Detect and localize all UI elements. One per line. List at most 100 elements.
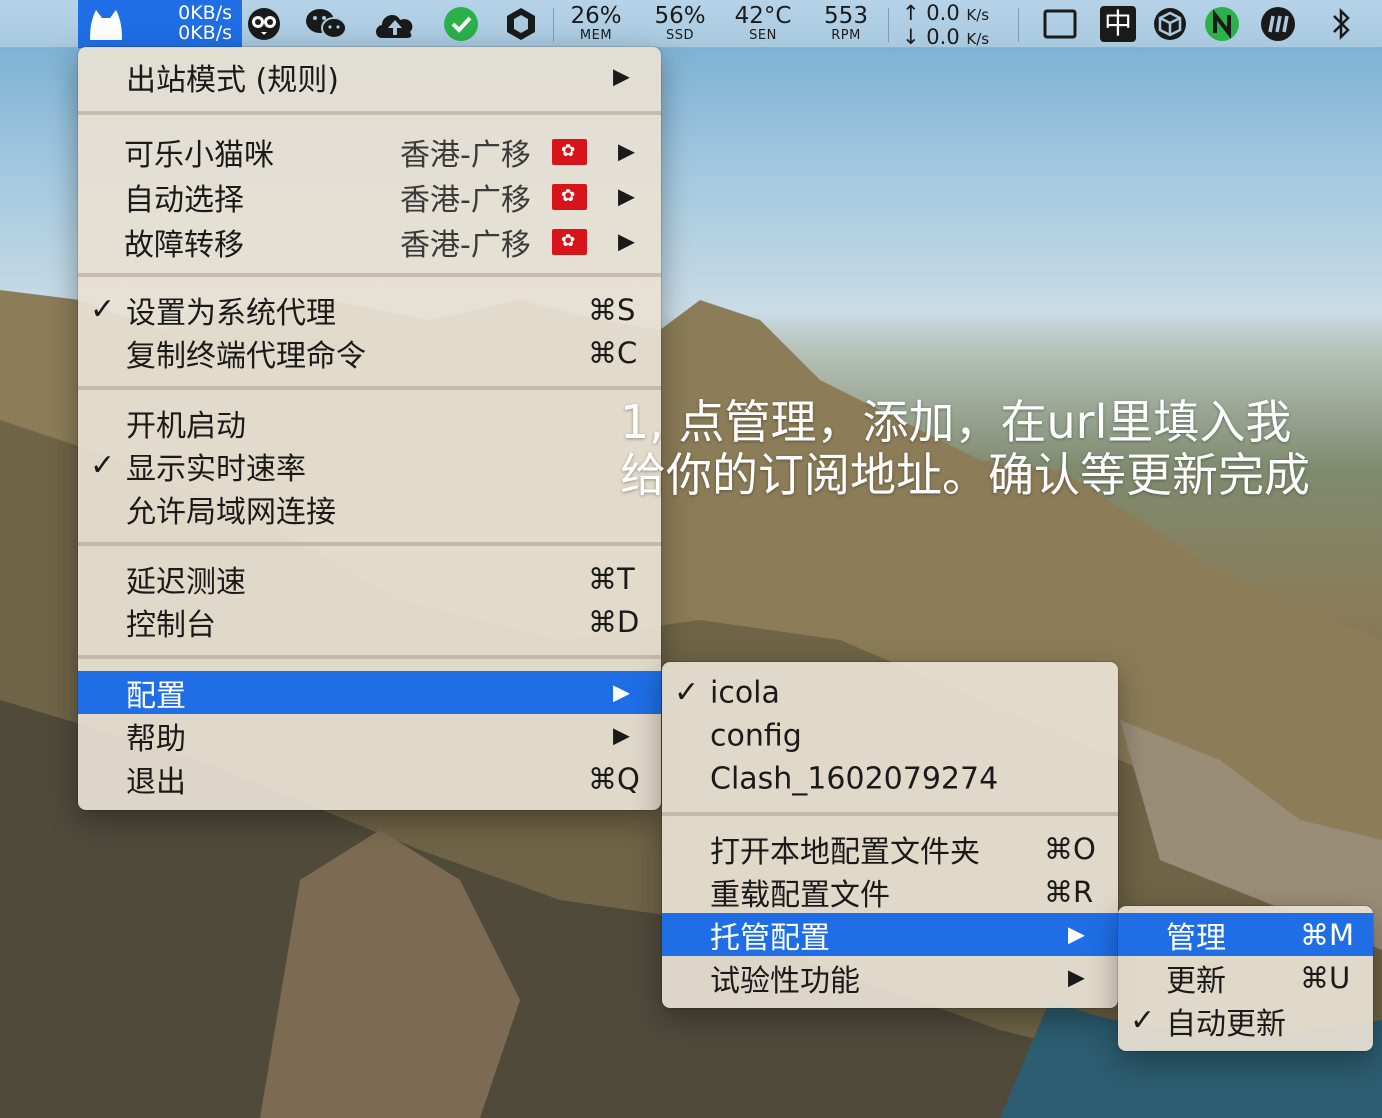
config-label: 配置 bbox=[126, 678, 186, 714]
clashx-cat-icon[interactable] bbox=[86, 4, 126, 44]
menu-separator bbox=[78, 542, 661, 546]
menubar-divider bbox=[553, 8, 554, 42]
menu-item-profile[interactable]: Clash_1602079274 bbox=[662, 757, 1118, 800]
speed-down-text: 0KB/s bbox=[178, 22, 232, 44]
menu-item-manage[interactable]: 管理 ⌘M bbox=[1118, 913, 1373, 956]
auto-update-label: 自动更新 bbox=[1166, 1006, 1286, 1042]
lines-icon[interactable] bbox=[1260, 6, 1296, 42]
menu-item-update[interactable]: 更新 ⌘U bbox=[1118, 956, 1373, 999]
proxy-group-name: 自动选择 bbox=[124, 182, 244, 218]
latency-test-label: 延迟测速 bbox=[126, 564, 246, 600]
menubar-divider bbox=[888, 8, 889, 42]
shortcut-label: ⌘O bbox=[1044, 831, 1096, 866]
bluetooth-icon[interactable] bbox=[1326, 6, 1356, 42]
n-icon[interactable] bbox=[1204, 6, 1240, 42]
cube-icon[interactable] bbox=[1152, 6, 1188, 42]
down-arrow-icon: ↓ bbox=[902, 25, 920, 49]
menu-item-proxy-group[interactable]: 可乐小猫咪 香港-广移 ▶ bbox=[78, 130, 661, 173]
menu-item-dashboard[interactable]: 控制台 ⌘D bbox=[78, 600, 661, 643]
menu-item-set-system-proxy[interactable]: ✓ 设置为系统代理 ⌘S bbox=[78, 288, 661, 331]
menu-item-outbound-mode[interactable]: 出站模式 (规则) ▶ bbox=[78, 55, 661, 98]
sensor-value: 42°C bbox=[734, 3, 792, 29]
submenu-arrow-icon: ▶ bbox=[613, 64, 630, 89]
shortcut-label: ⌘S bbox=[588, 292, 636, 327]
network-speed[interactable]: ↑ 0.0 K/s ↓ 0.0 K/s bbox=[902, 2, 1006, 50]
green-check-icon[interactable] bbox=[443, 6, 479, 42]
menu-item-remote-config[interactable]: 托管配置 ▶ bbox=[662, 913, 1118, 956]
menu-item-profile[interactable]: ✓ icola bbox=[662, 671, 1118, 714]
shortcut-label: ⌘R bbox=[1044, 874, 1094, 909]
submenu-arrow-icon: ▶ bbox=[1068, 965, 1085, 990]
update-label: 更新 bbox=[1166, 963, 1226, 999]
experimental-label: 试验性功能 bbox=[710, 963, 860, 999]
instruction-overlay: 1, 点管理，添加，在url里填入我 给你的订阅地址。确认等更新完成 bbox=[620, 396, 1310, 502]
menu-item-reload-config[interactable]: 重载配置文件 ⌘R bbox=[662, 870, 1118, 913]
menu-item-allow-lan[interactable]: 允许局域网连接 bbox=[78, 487, 661, 530]
menu-item-show-speed[interactable]: ✓ 显示实时速率 bbox=[78, 444, 661, 487]
memory-stat[interactable]: 26% MEM bbox=[566, 3, 626, 43]
profile-name: config bbox=[710, 718, 802, 753]
checkmark-icon: ✓ bbox=[90, 447, 116, 483]
submenu-arrow-icon: ▶ bbox=[1068, 922, 1085, 947]
submenu-arrow-icon: ▶ bbox=[618, 229, 635, 254]
sensor-stat[interactable]: 42°C SEN bbox=[728, 3, 798, 43]
remote-config-label: 托管配置 bbox=[710, 920, 830, 956]
menu-separator bbox=[78, 111, 661, 115]
reload-label: 重载配置文件 bbox=[710, 877, 890, 913]
outbound-mode-label: 出站模式 (规则) bbox=[126, 62, 339, 98]
menu-item-launch-at-login[interactable]: 开机启动 bbox=[78, 401, 661, 444]
menu-item-experimental[interactable]: 试验性功能 ▶ bbox=[662, 956, 1118, 999]
ssd-value: 56% bbox=[654, 3, 706, 29]
fan-label: RPM bbox=[831, 28, 861, 43]
submenu-arrow-icon: ▶ bbox=[613, 680, 630, 705]
speed-readout: 0KB/s 0KB/s bbox=[160, 3, 232, 43]
checkmark-icon: ✓ bbox=[1130, 1002, 1156, 1038]
menu-separator bbox=[78, 655, 661, 659]
menu-item-proxy-group[interactable]: 故障转移 香港-广移 ▶ bbox=[78, 220, 661, 263]
menu-item-config[interactable]: 配置 ▶ bbox=[78, 671, 661, 714]
window-icon[interactable] bbox=[1042, 6, 1078, 42]
memory-label: MEM bbox=[579, 28, 613, 43]
help-label: 帮助 bbox=[126, 721, 186, 757]
chinese-input-icon[interactable]: 中 bbox=[1100, 6, 1136, 42]
net-up-value: 0.0 bbox=[926, 1, 960, 25]
submenu-arrow-icon: ▶ bbox=[618, 139, 635, 164]
wechat-icon[interactable] bbox=[304, 6, 348, 42]
menu-item-quit[interactable]: 退出 ⌘Q bbox=[78, 757, 661, 800]
net-down-unit: K/s bbox=[966, 30, 990, 48]
menu-item-open-config-folder[interactable]: 打开本地配置文件夹 ⌘O bbox=[662, 827, 1118, 870]
manage-label: 管理 bbox=[1166, 920, 1226, 956]
menu-item-auto-update[interactable]: ✓ 自动更新 bbox=[1118, 999, 1373, 1042]
proxy-group-name: 故障转移 bbox=[124, 227, 244, 263]
proxy-group-name: 可乐小猫咪 bbox=[124, 137, 274, 173]
shortcut-label: ⌘D bbox=[588, 604, 640, 639]
menu-separator bbox=[662, 812, 1118, 816]
menu-item-profile[interactable]: config bbox=[662, 714, 1118, 757]
net-up-unit: K/s bbox=[966, 6, 990, 24]
submenu-arrow-icon: ▶ bbox=[613, 723, 630, 748]
ssd-stat[interactable]: 56% SSD bbox=[650, 3, 710, 43]
fan-stat[interactable]: 553 RPM bbox=[818, 3, 874, 43]
menu-item-copy-terminal-cmd[interactable]: 复制终端代理命令 ⌘C bbox=[78, 331, 661, 374]
checkmark-icon: ✓ bbox=[674, 674, 700, 710]
net-down-value: 0.0 bbox=[926, 25, 960, 49]
owl-icon[interactable] bbox=[246, 6, 282, 42]
open-folder-label: 打开本地配置文件夹 bbox=[710, 834, 980, 870]
sensor-label: SEN bbox=[749, 28, 777, 43]
ssd-label: SSD bbox=[665, 28, 694, 43]
hexagon-icon[interactable] bbox=[503, 6, 539, 42]
set-system-proxy-label: 设置为系统代理 bbox=[126, 295, 336, 331]
hong-kong-flag-icon bbox=[552, 138, 587, 165]
profile-name: icola bbox=[710, 675, 780, 710]
shortcut-label: ⌘U bbox=[1300, 960, 1351, 995]
menu-item-proxy-group[interactable]: 自动选择 香港-广移 ▶ bbox=[78, 175, 661, 218]
checkmark-icon: ✓ bbox=[90, 291, 116, 327]
hong-kong-flag-icon bbox=[552, 183, 587, 210]
cloud-upload-icon[interactable] bbox=[372, 6, 418, 42]
instruction-line-2: 给你的订阅地址。确认等更新完成 bbox=[620, 448, 1310, 502]
menu-item-latency-test[interactable]: 延迟测速 ⌘T bbox=[78, 557, 661, 600]
menu-item-help[interactable]: 帮助 ▶ bbox=[78, 714, 661, 757]
fan-value: 553 bbox=[824, 3, 868, 29]
show-speed-label: 显示实时速率 bbox=[126, 451, 306, 487]
menubar-divider bbox=[1018, 8, 1019, 42]
